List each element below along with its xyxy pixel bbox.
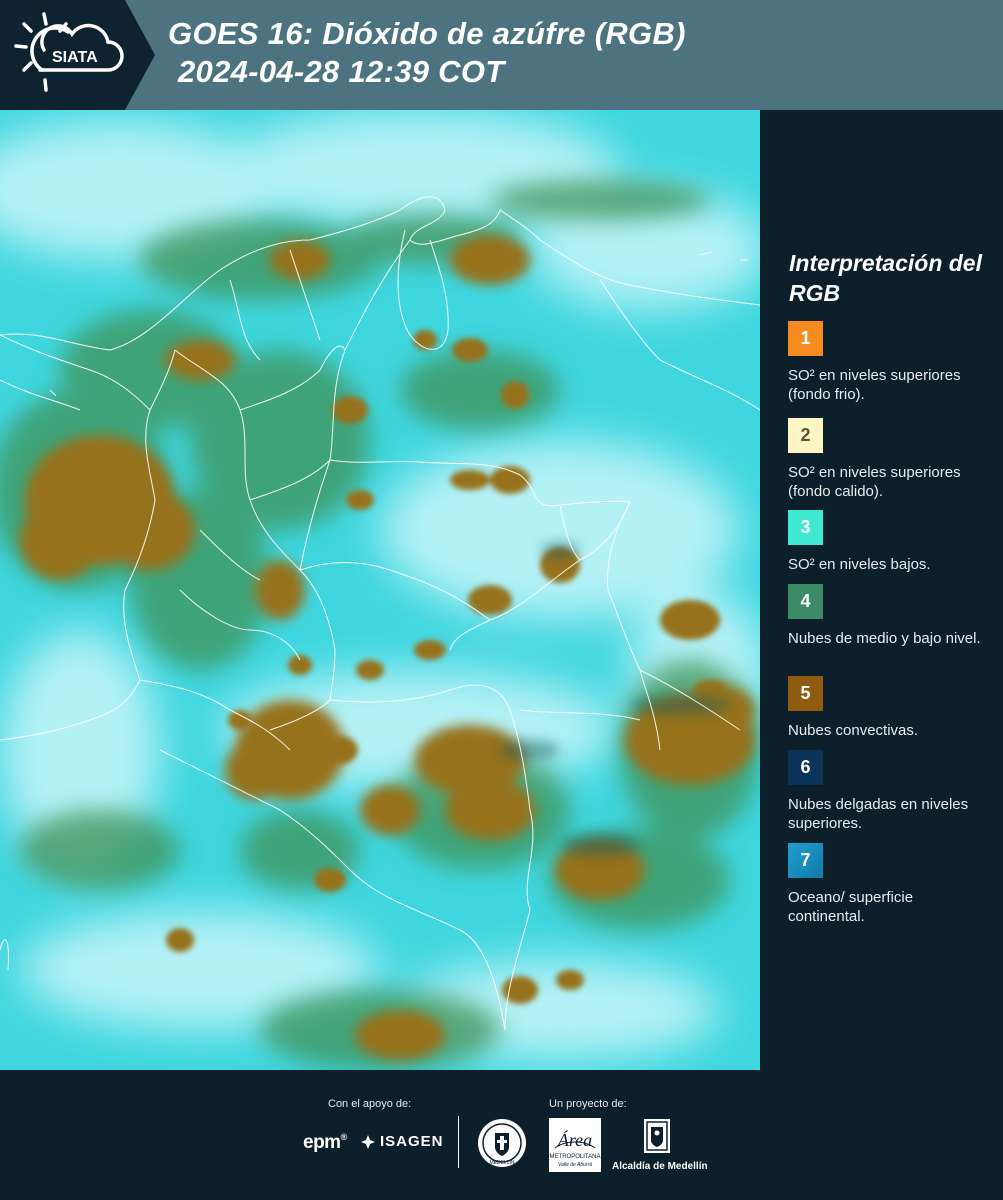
legend-number-5: 5: [800, 683, 811, 703]
support-caption: Con el apoyo de:: [328, 1098, 412, 1110]
alcaldia-shield-icon: [644, 1119, 670, 1153]
isagen-logo-text: ISAGEN: [380, 1133, 444, 1150]
seal-text: MEDELLÍN: [489, 1159, 514, 1166]
page-title: GOES 16: Dióxido de azúfre (RGB): [168, 16, 686, 51]
legend-number-4: 4: [800, 591, 811, 611]
legend-label-7: Oceano/ superficie continental.: [788, 889, 914, 925]
legend-label-4: Nubes de medio y bajo nivel.: [788, 630, 981, 647]
area-metropolitana-logo: Área METROPOLITANA Valle de Aburrá: [549, 1118, 601, 1172]
medellin-seal-logo: MEDELLÍN: [478, 1119, 526, 1167]
legend-swatch-1: 1: [788, 321, 823, 356]
legend-swatch-2: 2: [788, 418, 823, 453]
legend-number-2: 2: [800, 425, 811, 445]
logo-text: SIATA: [52, 49, 98, 66]
siata-logo: SIATA: [0, 0, 155, 110]
legend-label-1: SO² en niveles superiores (fondo frio).: [788, 367, 961, 403]
legend-number-7: 7: [800, 850, 811, 870]
area-logo-subtext2: Valle de Aburrá: [558, 1162, 592, 1168]
legend-number-3: 3: [800, 517, 811, 537]
legend-item-4: 4 Nubes de medio y bajo nivel.: [788, 584, 988, 648]
legend-label-2: SO² en niveles superiores (fondo calido)…: [788, 464, 961, 500]
legend-swatch-5: 5: [788, 676, 823, 711]
legend-label-5: Nubes convectivas.: [788, 722, 919, 739]
header-bar: SIATA GOES 16: Dióxido de azúfre (RGB) 2…: [0, 0, 1003, 110]
sun-cloud-icon: SIATA: [14, 12, 124, 92]
legend-swatch-4: 4: [788, 584, 823, 619]
footer-divider: [458, 1116, 459, 1168]
legend-item-7: 7 Oceano/ superficie continental.: [788, 843, 988, 926]
project-caption: Un proyecto de:: [549, 1098, 627, 1110]
legend-swatch-3: 3: [788, 510, 823, 545]
page-timestamp: 2024-04-28 12:39 COT: [178, 54, 505, 89]
legend-item-5: 5 Nubes convectivas.: [788, 676, 988, 740]
area-logo-text: Área: [557, 1129, 592, 1150]
epm-logo: epm®: [303, 1132, 347, 1153]
legend-label-3: SO² en niveles bajos.: [788, 556, 931, 573]
isagen-logo: ISAGEN: [360, 1133, 444, 1150]
legend-swatch-6: 6: [788, 750, 823, 785]
legend-number-6: 6: [800, 757, 811, 777]
isagen-star-icon: [361, 1134, 375, 1149]
alcaldia-medellin-logo: Alcaldía de Medellín: [612, 1118, 708, 1172]
legend-number-1: 1: [800, 328, 811, 348]
legend-panel: Interpretación del RGB 1 SO² en niveles …: [760, 110, 1003, 1070]
epm-logo-text: epm: [303, 1132, 341, 1153]
legend-title: Interpretación del RGB: [789, 250, 982, 306]
legend-label-6: Nubes delgadas en niveles superiores.: [788, 796, 969, 832]
legend-item-6: 6 Nubes delgadas en niveles superiores.: [788, 750, 988, 833]
area-logo-subtext: METROPOLITANA: [550, 1154, 601, 1160]
legend-swatch-7: 7: [788, 843, 823, 878]
legend-item-3: 3 SO² en niveles bajos.: [788, 510, 988, 574]
footer-bar: Con el apoyo de: Un proyecto de: epm® IS…: [0, 1070, 1003, 1200]
alcaldia-text: Alcaldía de Medellín: [612, 1161, 708, 1172]
legend-item-1: 1 SO² en niveles superiores (fondo frio)…: [788, 321, 988, 404]
satellite-image: [0, 110, 760, 1070]
legend-item-2: 2 SO² en niveles superiores (fondo calid…: [788, 418, 988, 501]
satellite-map: [0, 110, 760, 1070]
